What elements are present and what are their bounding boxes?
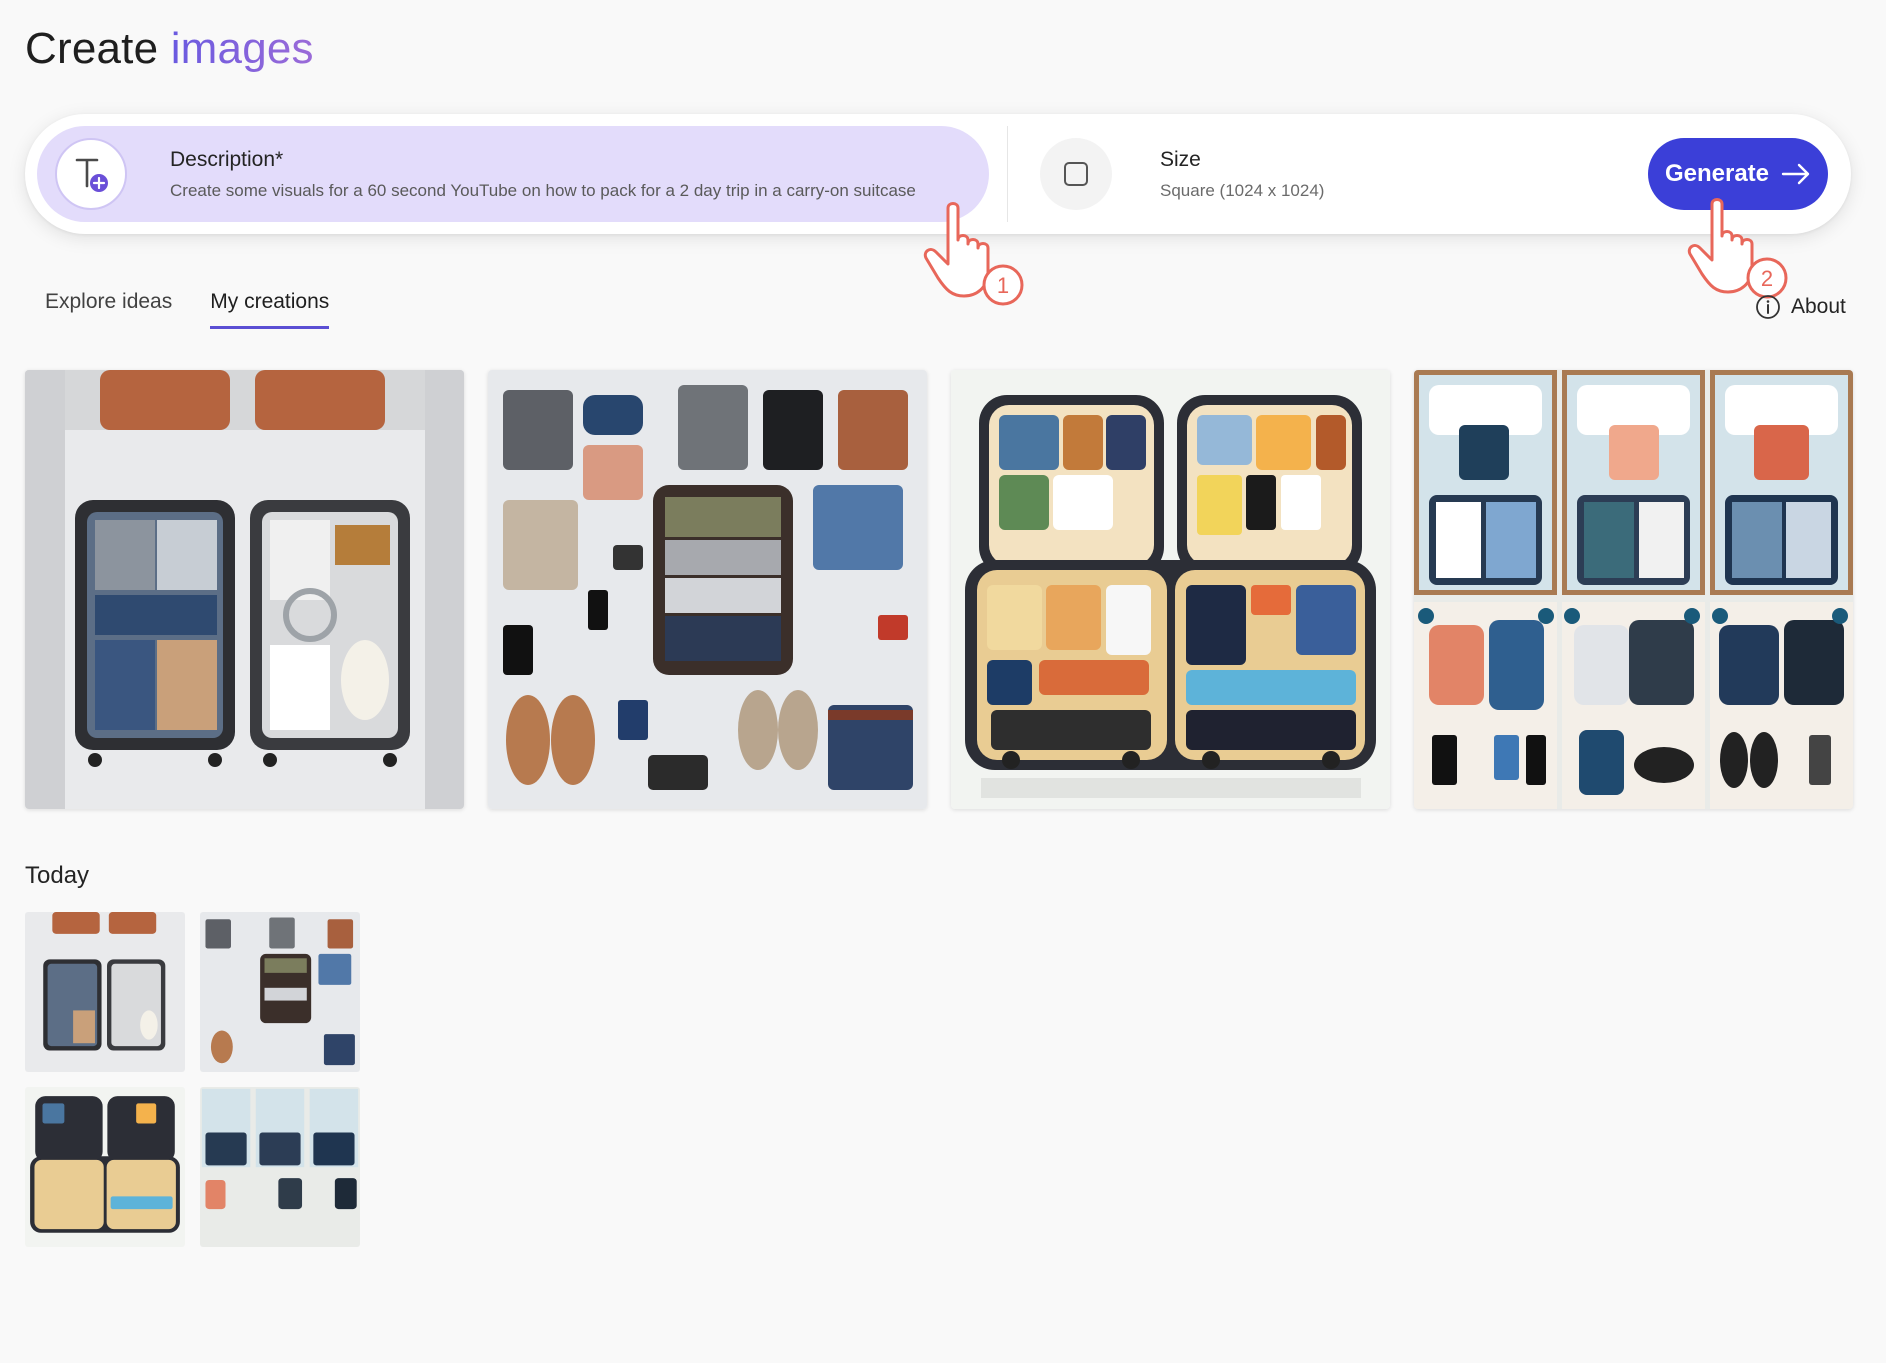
creation-card[interactable]	[25, 370, 464, 809]
today-thumbnails	[25, 912, 361, 1247]
about-link[interactable]: About	[1755, 294, 1846, 320]
size-value: Square (1024 x 1024)	[1160, 181, 1325, 200]
step-2-badge: 2	[1761, 266, 1773, 291]
description-input[interactable]: Create some visuals for a 60 second YouT…	[170, 181, 916, 201]
thumbnail[interactable]	[25, 912, 185, 1072]
thumbnail-image	[200, 1087, 360, 1247]
about-label: About	[1791, 295, 1846, 318]
size-label: Size	[1160, 148, 1201, 171]
creation-card[interactable]	[951, 370, 1390, 809]
pointer-hand-icon: 2	[1687, 198, 1788, 299]
tab-my-creations[interactable]: My creations	[210, 290, 330, 329]
step-1-badge: 1	[997, 273, 1009, 298]
creation-image	[488, 370, 927, 809]
size-selector[interactable]: Size Square (1024 x 1024)	[1040, 126, 1600, 222]
creation-card[interactable]	[1414, 370, 1853, 809]
thumbnail[interactable]	[200, 1087, 360, 1247]
thumbnail-image	[200, 912, 360, 1072]
generate-label: Generate	[1664, 160, 1770, 187]
page-title: Create images	[25, 24, 314, 74]
creations-grid	[25, 370, 1853, 809]
creation-card[interactable]	[488, 370, 927, 809]
page-title-accent: images	[170, 24, 314, 73]
description-field[interactable]: Description* Create some visuals for a 6…	[37, 126, 989, 222]
thumbnail[interactable]	[25, 1087, 185, 1247]
tab-explore-ideas[interactable]: Explore ideas	[45, 290, 172, 329]
tab-bar: Explore ideas My creations	[45, 290, 330, 329]
today-heading: Today	[25, 862, 90, 889]
square-icon	[1040, 138, 1112, 210]
creation-image	[25, 370, 464, 809]
pointer-hand-icon: 1	[923, 202, 1024, 306]
page-title-main: Create	[25, 24, 159, 73]
thumbnail-image	[25, 1087, 185, 1247]
thumbnail[interactable]	[200, 912, 360, 1072]
thumbnail-image	[25, 912, 185, 1072]
description-label: Description*	[170, 148, 284, 171]
creation-image	[951, 370, 1390, 809]
info-icon	[1756, 295, 1780, 319]
arrow-right-icon	[1781, 163, 1810, 185]
creation-image	[1414, 370, 1853, 809]
text-add-icon	[55, 138, 127, 210]
